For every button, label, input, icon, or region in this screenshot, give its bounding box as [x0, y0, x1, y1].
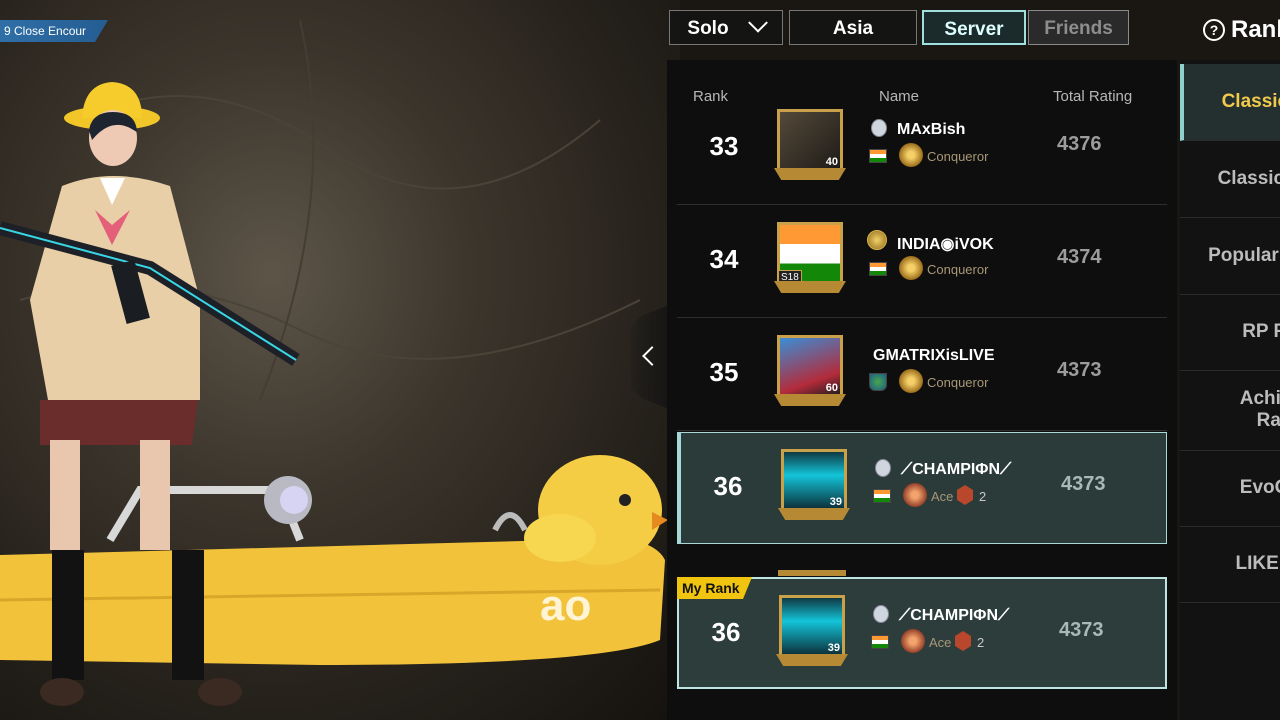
character-scene: ao 9 Close Encour [0, 0, 680, 720]
player-badge-icon [873, 605, 889, 623]
player-rating: 4376 [1057, 133, 1102, 155]
player-tier: Conqueror [927, 149, 989, 164]
help-icon[interactable]: ? [1203, 19, 1225, 41]
page-title: ? Rank [1203, 16, 1280, 44]
next-row-peek [778, 570, 846, 576]
chevron-left-icon [642, 346, 662, 366]
player-avatar[interactable]: 39 [779, 595, 845, 659]
row-rank: 36 [713, 471, 743, 501]
india-flag-icon [871, 635, 889, 649]
category-classic-fpp[interactable]: Classic (FP [1180, 141, 1280, 218]
svg-text:ao: ao [540, 581, 591, 630]
india-flag-icon [869, 149, 887, 163]
conqueror-icon [899, 143, 923, 167]
ace-level: 2 [979, 489, 987, 504]
player-rating: 4373 [1059, 619, 1104, 641]
player-name: ⟋CHAMPIΦN⟋ [901, 461, 1012, 478]
india-flag-icon [869, 262, 887, 276]
ace-level: 2 [977, 635, 985, 650]
category-label: Classic (TP [1221, 91, 1280, 112]
category-label: LIKE Ran [1235, 553, 1280, 574]
player-rating: 4373 [1057, 359, 1102, 381]
player-badge-icon [871, 119, 887, 137]
mode-dropdown-label: Solo [687, 18, 729, 39]
player-tier: Ace [929, 635, 952, 650]
top-left-tag[interactable]: 9 Close Encour [0, 20, 108, 42]
player-avatar[interactable]: S18 [777, 222, 843, 286]
category-label: Popularity C [1208, 245, 1280, 266]
ace-level-icon [957, 485, 973, 505]
page-title-text: Rank [1231, 16, 1280, 43]
character-boat-illustration: ao [0, 19, 668, 706]
conqueror-icon [899, 256, 923, 280]
avatar-season-badge: S18 [778, 270, 802, 285]
tab-region[interactable]: Asia [789, 10, 917, 45]
player-tier: Conqueror [927, 262, 989, 277]
player-name: GMATRIXisLIVE [873, 347, 995, 364]
player-badge-icon [867, 230, 887, 250]
category-label: EvoGrou [1239, 477, 1280, 498]
player-avatar[interactable]: 60 [777, 335, 843, 399]
category-like[interactable]: LIKE Ran [1180, 526, 1280, 603]
avatar-level: 40 [825, 156, 838, 168]
player-tier: Conqueror [927, 375, 989, 390]
my-rank-row[interactable]: 36 39 ⟋CHAMPIΦN⟋ Ace 2 4373 [677, 577, 1167, 689]
clan-emblem-icon [869, 373, 887, 391]
row-rank: 34 [709, 244, 739, 274]
leaderboard-row-self[interactable]: 36 39 ⟋CHAMPIΦN⟋ Ace 2 4373 [677, 432, 1167, 544]
leaderboard-row[interactable]: 33 40 MAxBish Conqueror 4376 [677, 93, 1167, 205]
category-classic-tpp[interactable]: Classic (TP [1180, 64, 1280, 141]
player-tier: Ace [931, 489, 954, 504]
category-evogroup[interactable]: EvoGrou [1180, 450, 1280, 527]
player-rating: 4374 [1057, 246, 1102, 268]
collapse-panel-button[interactable] [631, 305, 669, 409]
ace-icon [903, 483, 927, 507]
player-rating: 4373 [1061, 473, 1106, 495]
row-rank: 36 [711, 617, 741, 647]
chevron-down-icon [747, 12, 768, 33]
leaderboard-row[interactable]: 34 S18 INDIA◉iVOK Conqueror 4374 [677, 206, 1167, 318]
tab-friends[interactable]: Friends [1028, 10, 1129, 45]
avatar-level: 39 [829, 496, 842, 508]
india-flag-icon [873, 489, 891, 503]
avatar-level: 60 [825, 382, 838, 394]
player-avatar[interactable]: 39 [781, 449, 847, 513]
category-label: RP Rank [1242, 321, 1280, 342]
leaderboard-panel: Rank Name Total Rating 33 40 MAxBish Con… [667, 60, 1177, 720]
player-name: ⟋CHAMPIΦN⟋ [899, 607, 1010, 624]
ace-icon [901, 629, 925, 653]
ace-level-icon [955, 631, 971, 651]
mode-dropdown[interactable]: Solo [669, 10, 783, 45]
conqueror-icon [899, 369, 923, 393]
tab-server[interactable]: Server [922, 10, 1026, 45]
my-rank-tag: My Rank [677, 577, 752, 599]
row-rank: 35 [709, 357, 739, 387]
category-popularity[interactable]: Popularity C [1180, 218, 1280, 295]
player-name: MAxBish [897, 121, 966, 138]
category-achievement[interactable]: Achiever Rankin [1180, 370, 1280, 451]
player-avatar[interactable]: 40 [777, 109, 843, 173]
row-rank: 33 [709, 131, 739, 161]
category-label: Classic (FP [1217, 168, 1280, 189]
player-name: INDIA◉iVOK [897, 236, 994, 253]
player-badge-icon [875, 459, 891, 477]
avatar-level: 39 [827, 642, 840, 654]
category-rp-rank[interactable]: RP Rank [1180, 294, 1280, 371]
category-label: Achiever Rankin [1239, 388, 1280, 431]
leaderboard-row[interactable]: 35 60 GMATRIXisLIVE Conqueror 4373 [677, 319, 1167, 431]
ranking-categories: Classic (TP Classic (FP Popularity C RP … [1180, 60, 1280, 720]
